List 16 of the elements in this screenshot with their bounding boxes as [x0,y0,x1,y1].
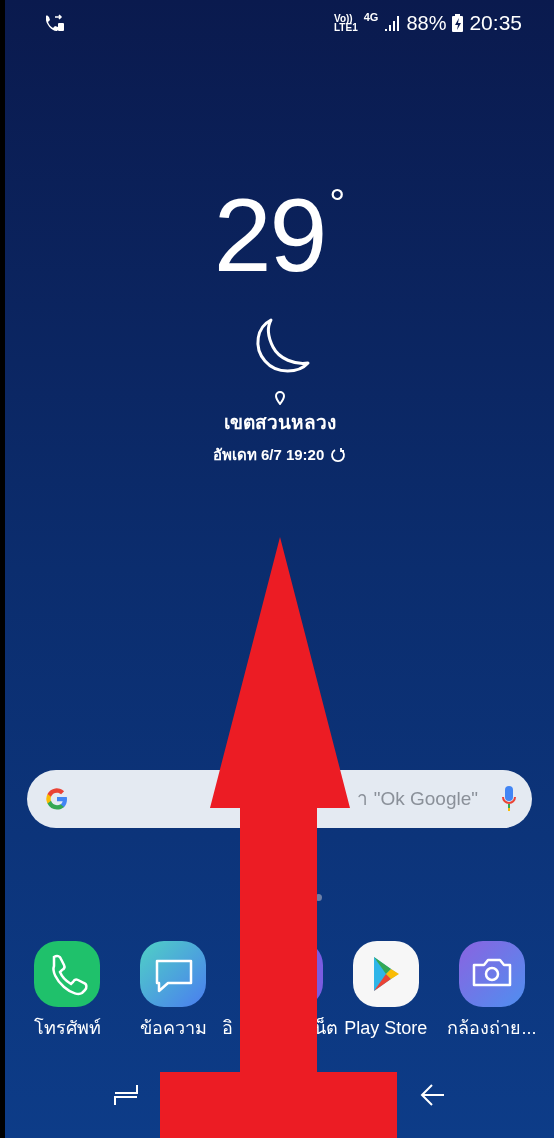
app-label: กล้องถ่าย... [447,1017,537,1040]
network-label: 4G [363,9,379,25]
app-label: อิ [221,1017,233,1040]
app-label: น็ต [313,1016,338,1040]
lte-label: LTE1 [334,22,358,32]
update-time: อัพเดท 6/7 19:20 [212,444,325,465]
app-label: Play Store [344,1017,428,1040]
app-label: ข้อความ [139,1017,207,1040]
location-name: เขตสวนหลวง [223,411,336,435]
clock: 20:35 [469,9,522,36]
app-label: โทรศัพท์ [33,1016,101,1040]
volte-label: Vo)) [334,13,353,23]
temperature: 29 [213,183,326,287]
search-placeholder: า "Ok Google" [357,786,478,811]
battery-percent: 88% [406,10,447,36]
degree-unit: ° [329,183,346,223]
